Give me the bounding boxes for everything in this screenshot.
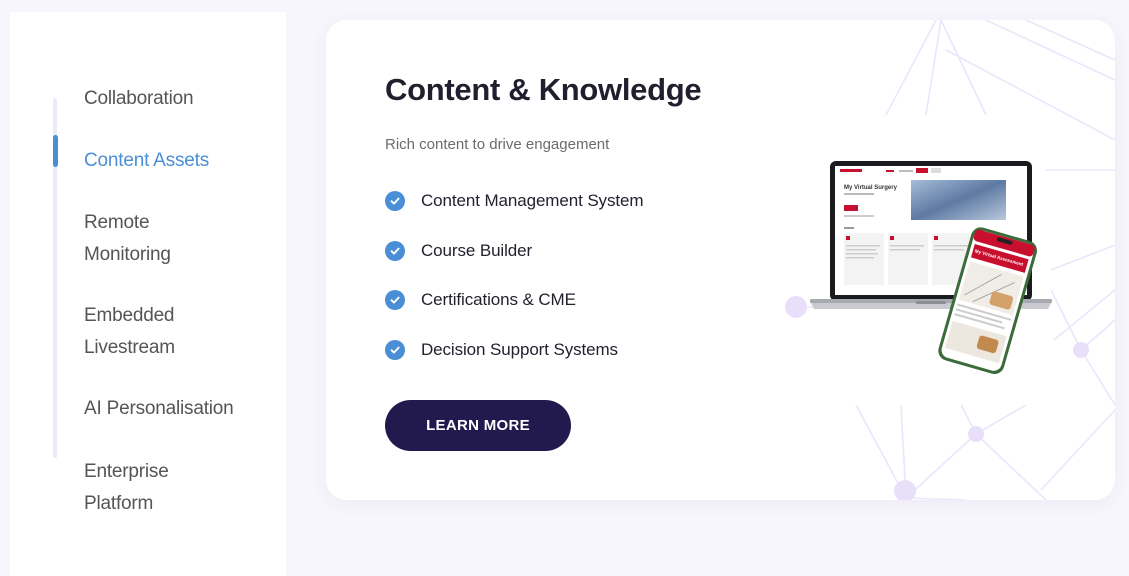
feature-label: Certifications & CME bbox=[421, 290, 576, 310]
page-subtitle: Rich content to drive engagement bbox=[385, 136, 610, 153]
sidebar-item-embedded-livestream[interactable]: Embedded Livestream bbox=[84, 300, 204, 364]
list-item: Certifications & CME bbox=[385, 285, 643, 315]
sidebar-item-enterprise-platform[interactable]: Enterprise Platform bbox=[84, 456, 204, 520]
feature-list: Content Management System Course Builder… bbox=[385, 186, 644, 385]
feature-label: Decision Support Systems bbox=[421, 340, 618, 360]
laptop-heading: My Virtual Surgery bbox=[844, 185, 898, 191]
list-item: Content Management System bbox=[385, 186, 644, 216]
sidebar-nav: Collaboration Content Assets Remote Moni… bbox=[10, 12, 286, 576]
list-item: Course Builder bbox=[385, 236, 643, 266]
sidebar-item-content-assets[interactable]: Content Assets bbox=[84, 145, 274, 177]
page-title: Content & Knowledge bbox=[385, 72, 702, 107]
check-circle-icon bbox=[385, 191, 405, 211]
sidebar-item-ai-personalisation[interactable]: AI Personalisation bbox=[84, 393, 274, 425]
check-circle-icon bbox=[385, 240, 405, 261]
content-card: Content & Knowledge Rich content to driv… bbox=[326, 20, 1115, 500]
feature-label: Content Management System bbox=[421, 191, 644, 210]
sidebar-item-remote-monitoring[interactable]: Remote Monitoring bbox=[84, 207, 204, 271]
device-mockup-image: My Virtual Surgery My Virtual Assessment bbox=[810, 161, 1052, 375]
learn-more-button[interactable]: LEARN MORE bbox=[385, 400, 571, 451]
check-circle-icon bbox=[385, 290, 405, 311]
active-indicator bbox=[53, 135, 58, 167]
list-item: Decision Support Systems bbox=[385, 335, 643, 365]
feature-label: Course Builder bbox=[421, 240, 533, 260]
sidebar-item-collaboration[interactable]: Collaboration bbox=[84, 83, 274, 115]
check-circle-icon bbox=[385, 340, 405, 361]
